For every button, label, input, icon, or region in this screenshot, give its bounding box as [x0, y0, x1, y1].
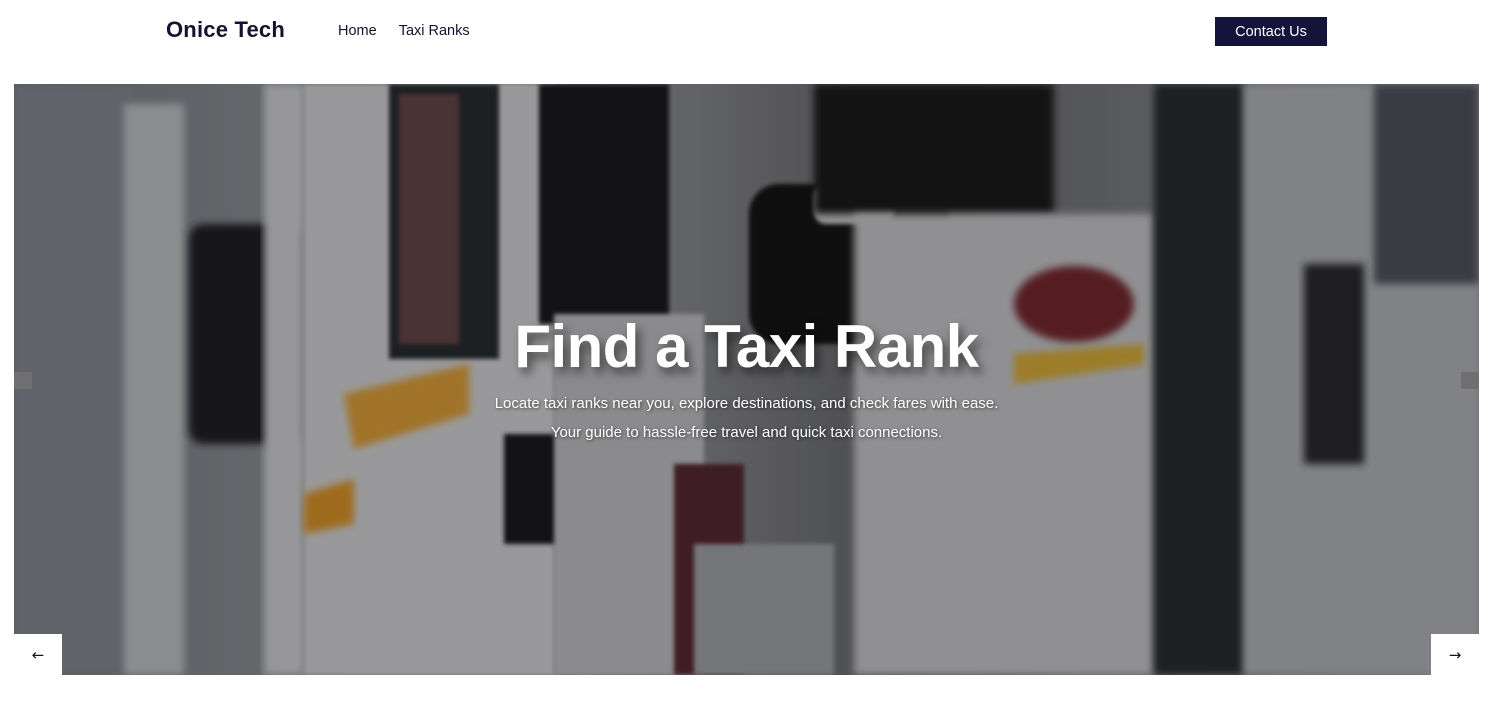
brand-logo-text[interactable]: Onice Tech: [166, 17, 285, 43]
hero-title: Find a Taxi Rank: [514, 313, 979, 380]
slider-next-button[interactable]: →: [1431, 634, 1479, 675]
arrow-right-icon: →: [1448, 645, 1462, 664]
site-header: Onice Tech Home Taxi Ranks Contact Us: [0, 0, 1489, 62]
slider-prev-button[interactable]: ←: [14, 634, 62, 675]
nav-link-taxi-ranks[interactable]: Taxi Ranks: [399, 23, 470, 39]
arrow-left-icon: ←: [31, 645, 45, 664]
contact-us-button[interactable]: Contact Us: [1215, 17, 1327, 46]
hero-slider: Find a Taxi Rank Locate taxi ranks near …: [14, 84, 1479, 675]
hero-subtitle-line-1: Locate taxi ranks near you, explore dest…: [494, 395, 999, 412]
slider-side-marker-left: [14, 372, 32, 389]
slider-side-marker-right: [1461, 372, 1479, 389]
nav-link-home[interactable]: Home: [338, 23, 377, 39]
hero-subtitle-line-2: Your guide to hassle-free travel and qui…: [550, 424, 943, 441]
main-nav: Home Taxi Ranks: [338, 23, 470, 39]
